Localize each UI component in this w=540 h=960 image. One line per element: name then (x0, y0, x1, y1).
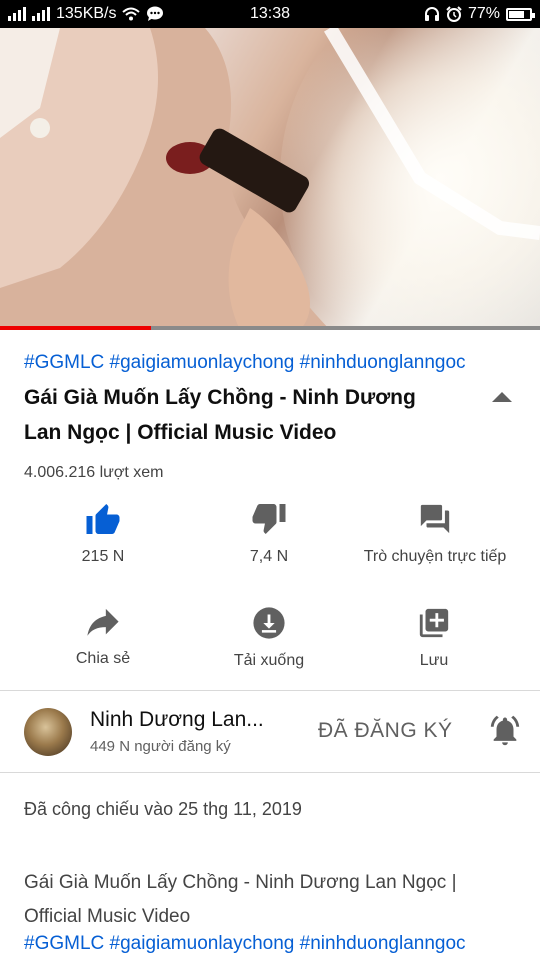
share-button[interactable]: Chia sẻ (63, 608, 143, 668)
view-count: 4.006.216 lượt xem (24, 464, 164, 481)
live-chat-label: Trò chuyện trực tiếp (363, 548, 507, 565)
like-button[interactable]: 215 N (63, 502, 143, 566)
collapse-arrow-icon[interactable] (492, 392, 512, 402)
dislike-count: 7,4 N (249, 548, 289, 565)
subscriber-count: 449 N người đăng ký (90, 738, 231, 755)
download-icon (253, 607, 285, 639)
channel-name[interactable]: Ninh Dương Lan... (90, 708, 264, 732)
premiere-date: Đã công chiếu vào 25 thg 11, 2019 (24, 799, 302, 819)
divider (0, 690, 540, 691)
signal-icon (8, 7, 26, 21)
description-text: Gái Già Muốn Lấy Chồng - Ninh Dương Lan … (24, 872, 457, 927)
save-label: Lưu (419, 652, 449, 669)
video-player[interactable] (0, 28, 540, 330)
channel-avatar[interactable] (24, 708, 72, 756)
video-title[interactable]: Gái Già Muốn Lấy Chồng - Ninh Dương Lan … (24, 380, 454, 450)
add-to-playlist-icon (419, 608, 449, 638)
title-hashtags[interactable]: #GGMLC #gaigiamuonlaychong #ninhduonglan… (24, 352, 466, 374)
chat-icon (420, 504, 450, 534)
video-progress-played (0, 326, 152, 330)
save-button[interactable]: Lưu (394, 606, 474, 670)
share-label: Chia sẻ (75, 650, 131, 667)
subscribed-button[interactable]: ĐÃ ĐĂNG KÝ (318, 719, 453, 743)
like-count: 215 N (81, 548, 125, 565)
chat-notification-icon (147, 6, 164, 21)
status-bar: 135KB/s 13:38 77% (0, 0, 540, 28)
battery-percent: 77% (467, 5, 500, 22)
live-chat-button[interactable]: Trò chuyện trực tiếp (350, 502, 520, 566)
thumbs-up-icon (86, 504, 120, 534)
alarm-icon (446, 6, 462, 22)
video-progress-bar[interactable] (0, 326, 540, 330)
share-icon (87, 608, 119, 636)
thumbs-down-icon (252, 504, 286, 534)
dislike-button[interactable]: 7,4 N (229, 502, 309, 566)
divider (0, 772, 540, 773)
video-frame-scene (0, 28, 540, 330)
download-label: Tải xuống (233, 652, 305, 669)
battery-icon (506, 7, 535, 21)
signal-icon-2 (32, 7, 50, 21)
net-speed: 135KB/s (56, 5, 117, 22)
description-hashtags[interactable]: #GGMLC #gaigiamuonlaychong #ninhduonglan… (24, 933, 466, 955)
download-button[interactable]: Tải xuống (219, 606, 319, 670)
wifi-icon (122, 7, 141, 21)
notification-bell-icon[interactable] (488, 714, 522, 748)
headset-icon (424, 7, 439, 21)
